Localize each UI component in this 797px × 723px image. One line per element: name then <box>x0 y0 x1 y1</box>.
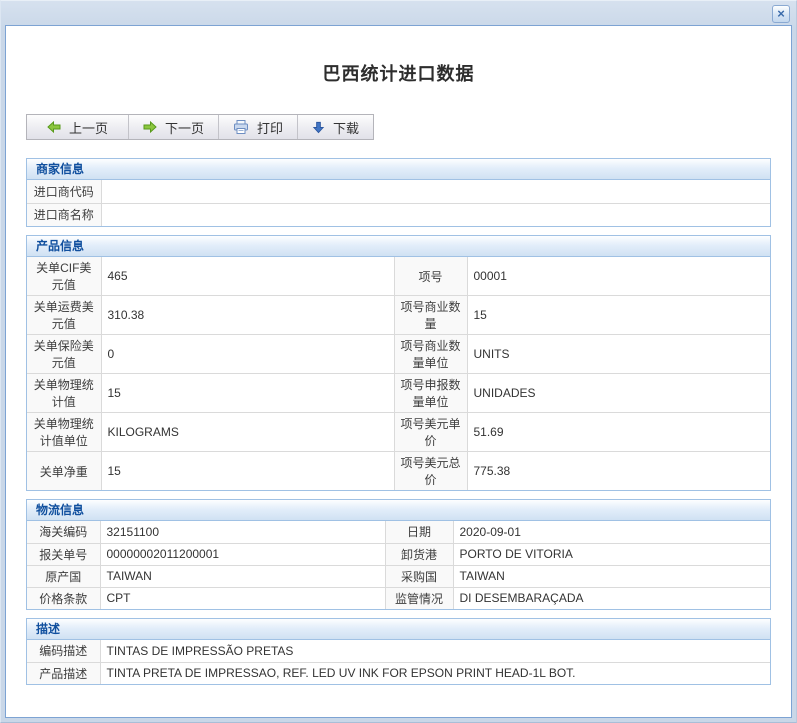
field-value: 310.38 <box>101 296 394 335</box>
green-right-arrow-icon <box>143 120 157 134</box>
field-value: 2020-09-01 <box>453 521 770 543</box>
green-left-arrow-icon <box>47 120 61 134</box>
section-title-description: 描述 <box>27 619 770 640</box>
field-value: TINTAS DE IMPRESSÃO PRETAS <box>100 640 770 662</box>
field-value: 15 <box>101 374 394 413</box>
field-label: 关单运费美元值 <box>27 296 101 335</box>
table-row: 关单物理统计值单位 KILOGRAMS 项号美元单价 51.69 <box>27 413 770 452</box>
field-label: 采购国 <box>385 565 453 587</box>
field-value: TAIWAN <box>453 565 770 587</box>
dialog-window: × 巴西统计进口数据 上一页 下一页 <box>0 0 797 723</box>
merchant-table: 进口商代码 进口商名称 <box>27 180 770 226</box>
description-table: 编码描述 TINTAS DE IMPRESSÃO PRETAS 产品描述 TIN… <box>27 640 770 684</box>
field-label: 日期 <box>385 521 453 543</box>
field-value: CPT <box>100 587 385 609</box>
prev-page-button[interactable]: 上一页 <box>27 115 129 139</box>
field-label: 原产国 <box>27 565 100 587</box>
field-label: 项号美元总价 <box>394 452 467 491</box>
field-value: 32151100 <box>100 521 385 543</box>
table-row: 关单保险美元值 0 项号商业数量单位 UNITS <box>27 335 770 374</box>
table-row: 编码描述 TINTAS DE IMPRESSÃO PRETAS <box>27 640 770 662</box>
field-value: TAIWAN <box>100 565 385 587</box>
field-label: 编码描述 <box>27 640 100 662</box>
field-label: 项号美元单价 <box>394 413 467 452</box>
blue-down-arrow-icon <box>312 121 325 134</box>
field-value: KILOGRAMS <box>101 413 394 452</box>
field-label: 进口商代码 <box>27 180 101 203</box>
field-label: 价格条款 <box>27 587 100 609</box>
table-row: 关单净重 15 项号美元总价 775.38 <box>27 452 770 491</box>
table-row: 价格条款 CPT 监管情况 DI DESEMBARAÇADA <box>27 587 770 609</box>
next-page-label: 下一页 <box>165 118 204 137</box>
dialog-panel: 巴西统计进口数据 上一页 下一页 <box>5 25 792 718</box>
field-label: 关单净重 <box>27 452 101 491</box>
table-row: 进口商名称 <box>27 203 770 226</box>
table-row: 原产国 TAIWAN 采购国 TAIWAN <box>27 565 770 587</box>
page-title: 巴西统计进口数据 <box>26 60 771 86</box>
field-value: 15 <box>467 296 770 335</box>
table-row: 关单物理统计值 15 项号申报数量单位 UNIDADES <box>27 374 770 413</box>
field-label: 监管情况 <box>385 587 453 609</box>
field-label: 项号商业数量 <box>394 296 467 335</box>
field-value: PORTO DE VITORIA <box>453 543 770 565</box>
field-value: 51.69 <box>467 413 770 452</box>
close-icon: × <box>777 6 785 21</box>
section-logistics-info: 物流信息 海关编码 32151100 日期 2020-09-01 报关单号 00… <box>26 499 771 610</box>
field-label: 项号商业数量单位 <box>394 335 467 374</box>
close-button[interactable]: × <box>772 5 790 23</box>
section-product-info: 产品信息 关单CIF美元值 465 项号 00001 关单运费美元值 310.3… <box>26 235 771 491</box>
field-label: 海关编码 <box>27 521 100 543</box>
field-value: TINTA PRETA DE IMPRESSAO, REF. LED UV IN… <box>100 662 770 684</box>
field-label: 关单保险美元值 <box>27 335 101 374</box>
field-value: DI DESEMBARAÇADA <box>453 587 770 609</box>
field-value: UNIDADES <box>467 374 770 413</box>
field-value <box>101 203 770 226</box>
section-title-merchant: 商家信息 <box>27 159 770 180</box>
field-label: 关单物理统计值单位 <box>27 413 101 452</box>
field-label: 进口商名称 <box>27 203 101 226</box>
table-row: 进口商代码 <box>27 180 770 203</box>
field-value: 0 <box>101 335 394 374</box>
field-value: 00000002011200001 <box>100 543 385 565</box>
field-value: 465 <box>101 257 394 296</box>
table-row: 报关单号 00000002011200001 卸货港 PORTO DE VITO… <box>27 543 770 565</box>
field-label: 报关单号 <box>27 543 100 565</box>
section-merchant-info: 商家信息 进口商代码 进口商名称 <box>26 158 771 227</box>
table-row: 海关编码 32151100 日期 2020-09-01 <box>27 521 770 543</box>
table-row: 关单运费美元值 310.38 项号商业数量 15 <box>27 296 770 335</box>
field-value <box>101 180 770 203</box>
table-row: 关单CIF美元值 465 项号 00001 <box>27 257 770 296</box>
field-value: 15 <box>101 452 394 491</box>
printer-icon <box>233 120 249 135</box>
download-label: 下载 <box>333 118 359 137</box>
field-label: 项号 <box>394 257 467 296</box>
field-label: 卸货港 <box>385 543 453 565</box>
print-label: 打印 <box>257 118 283 137</box>
field-label: 关单物理统计值 <box>27 374 101 413</box>
section-title-product: 产品信息 <box>27 236 770 257</box>
field-label: 项号申报数量单位 <box>394 374 467 413</box>
table-row: 产品描述 TINTA PRETA DE IMPRESSAO, REF. LED … <box>27 662 770 684</box>
logistics-table: 海关编码 32151100 日期 2020-09-01 报关单号 0000000… <box>27 521 770 609</box>
prev-page-label: 上一页 <box>69 118 108 137</box>
print-button[interactable]: 打印 <box>219 115 298 139</box>
toolbar: 上一页 下一页 打印 <box>26 114 374 140</box>
field-label: 关单CIF美元值 <box>27 257 101 296</box>
section-title-logistics: 物流信息 <box>27 500 770 521</box>
field-value: UNITS <box>467 335 770 374</box>
download-button[interactable]: 下载 <box>298 115 373 139</box>
field-label: 产品描述 <box>27 662 100 684</box>
window-titlebar: × <box>1 1 796 25</box>
section-description: 描述 编码描述 TINTAS DE IMPRESSÃO PRETAS 产品描述 … <box>26 618 771 685</box>
field-value: 00001 <box>467 257 770 296</box>
field-value: 775.38 <box>467 452 770 491</box>
next-page-button[interactable]: 下一页 <box>129 115 219 139</box>
product-table: 关单CIF美元值 465 项号 00001 关单运费美元值 310.38 项号商… <box>27 257 770 490</box>
